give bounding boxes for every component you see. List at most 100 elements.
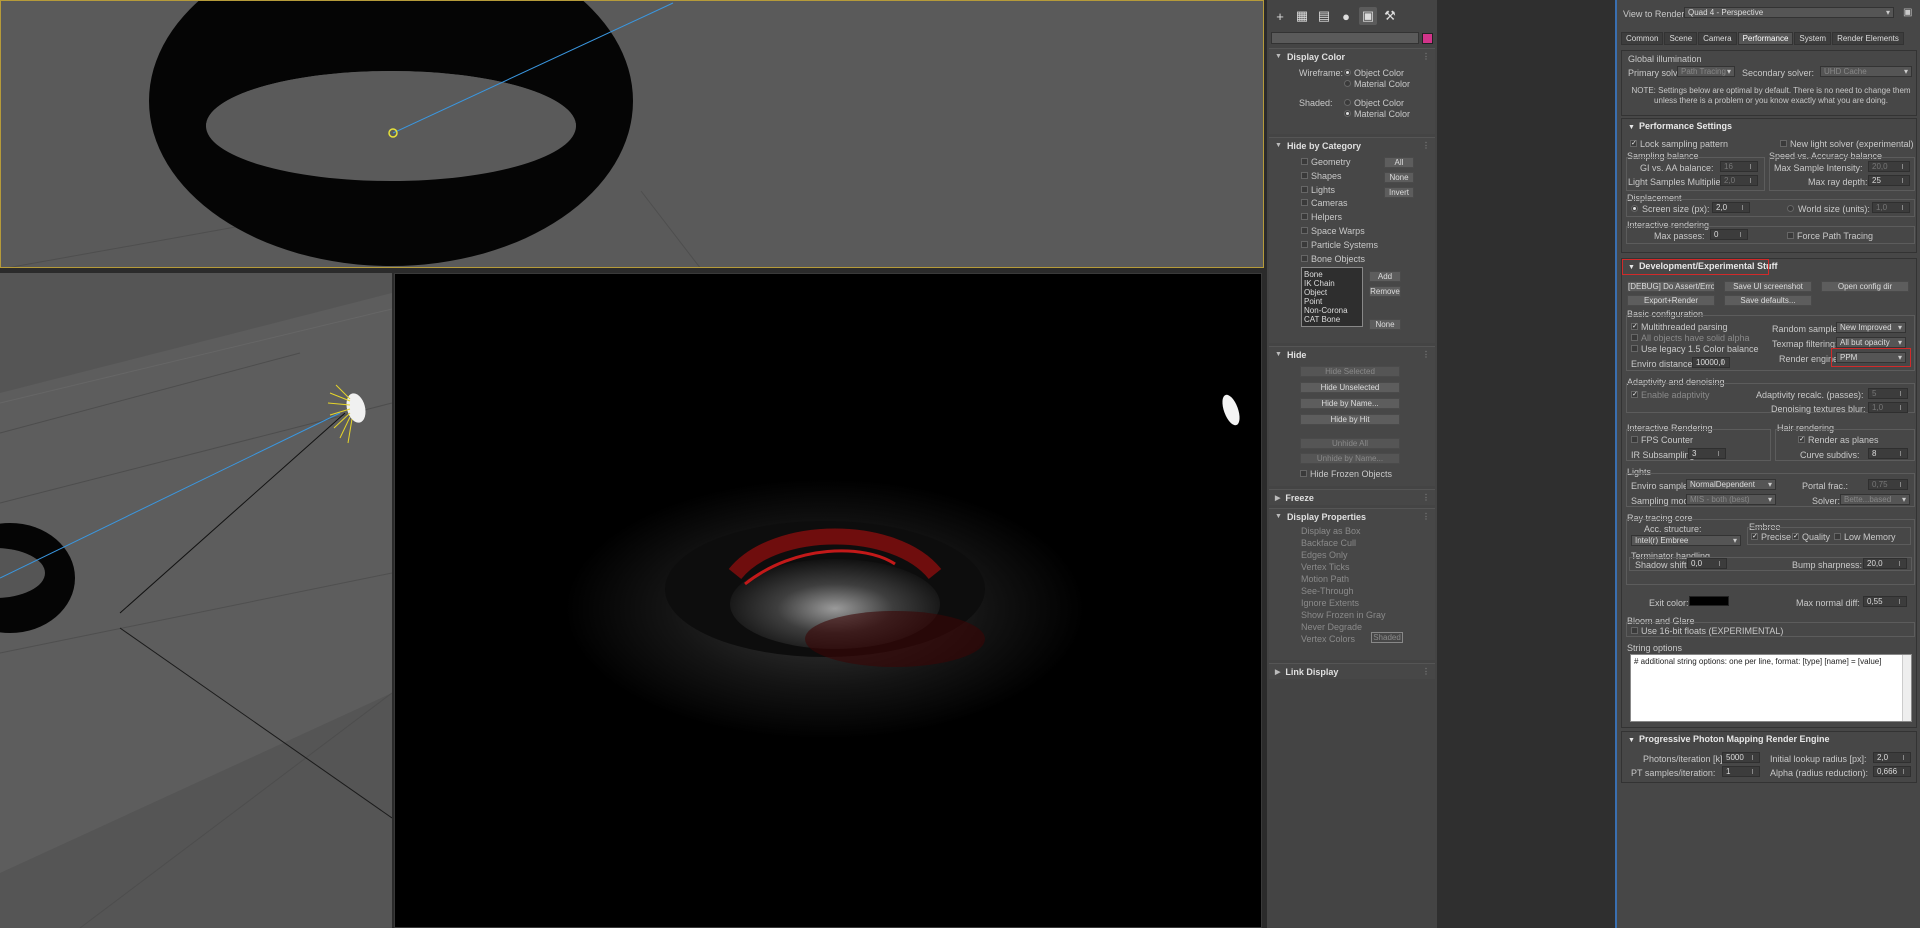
render-planes-checkbox[interactable]: ✓ <box>1798 436 1805 443</box>
precise-checkbox[interactable]: ✓ <box>1751 533 1758 540</box>
unhide-all-button[interactable]: Unhide All <box>1300 438 1400 449</box>
sampling-mode-dropdown[interactable]: MIS - both (best) <box>1686 494 1776 505</box>
init-radius-spinner[interactable]: 2,0 <box>1873 752 1911 763</box>
adaptivity-recalc-spinner[interactable]: 5 <box>1868 388 1908 399</box>
fps-counter-checkbox[interactable] <box>1631 436 1638 443</box>
vertex-colors-label[interactable]: Vertex Colors <box>1301 634 1355 644</box>
hide-by-name-button[interactable]: Hide by Name... <box>1300 398 1400 409</box>
curve-subdivs-spinner[interactable]: 8 <box>1868 448 1908 459</box>
quality-checkbox[interactable]: ✓ <box>1792 533 1799 540</box>
bone-objects-checkbox[interactable] <box>1301 255 1308 262</box>
shapes-checkbox[interactable] <box>1301 172 1308 179</box>
save-defaults-button[interactable]: Save defaults... <box>1724 295 1812 306</box>
portal-frac-spinner[interactable]: 0,75 <box>1868 479 1908 490</box>
remove-button[interactable]: Remove <box>1369 286 1401 297</box>
primary-solver-dropdown[interactable]: Path Tracing <box>1677 66 1735 77</box>
max-passes-spinner[interactable]: 0 <box>1710 229 1748 240</box>
particle-systems-checkbox[interactable] <box>1301 241 1308 248</box>
add-button[interactable]: Add <box>1369 271 1401 282</box>
motion-icon[interactable]: ● <box>1337 7 1355 25</box>
see-through-label[interactable]: See-Through <box>1301 586 1354 596</box>
alpha-spinner[interactable]: 0,666 <box>1873 766 1911 777</box>
solver-dropdown[interactable]: Bette...based <box>1840 494 1910 505</box>
list-none-button[interactable]: None <box>1369 319 1401 330</box>
vertex-ticks-label[interactable]: Vertex Ticks <box>1301 562 1350 572</box>
shaded-object-color-radio[interactable] <box>1344 99 1351 106</box>
rollout-header-link-display[interactable]: ▶ Link Display ⋮ <box>1269 664 1435 679</box>
tab-scene[interactable]: Scene <box>1664 32 1698 45</box>
export-render-button[interactable]: Export+Render <box>1627 295 1715 306</box>
max-ray-depth-spinner[interactable]: 25 <box>1868 175 1910 186</box>
denoise-blur-spinner[interactable]: 1,0 <box>1868 402 1908 413</box>
use16-checkbox[interactable] <box>1631 627 1638 634</box>
tab-system[interactable]: System <box>1794 32 1832 45</box>
invert-button[interactable]: Invert <box>1384 187 1414 198</box>
geometry-checkbox[interactable] <box>1301 158 1308 165</box>
list-item[interactable]: IK Chain Object <box>1304 279 1360 297</box>
list-item[interactable]: CAT Bone <box>1304 315 1360 324</box>
bump-sharpness-spinner[interactable]: 20,0 <box>1863 558 1907 569</box>
shaded-button[interactable]: Shaded <box>1371 632 1403 643</box>
rollout-header-display-properties[interactable]: ▼ Display Properties ⋮ <box>1269 509 1435 524</box>
ignore-extents-label[interactable]: Ignore Extents <box>1301 598 1359 608</box>
viewport-top[interactable] <box>0 0 1264 268</box>
viewport-left[interactable] <box>0 273 392 928</box>
gi-aa-spinner[interactable]: 16 <box>1720 161 1758 172</box>
display-icon[interactable]: ▣ <box>1359 7 1377 25</box>
new-light-solver-checkbox[interactable] <box>1780 140 1787 147</box>
lock-sampling-checkbox[interactable]: ✓ <box>1630 140 1637 147</box>
list-item[interactable]: Bone <box>1304 270 1360 279</box>
list-item[interactable]: Non-Corona <box>1304 306 1360 315</box>
helpers-checkbox[interactable] <box>1301 213 1308 220</box>
rollout-header-freeze[interactable]: ▶ Freeze ⋮ <box>1269 490 1435 505</box>
wireframe-object-color-radio[interactable] <box>1344 69 1351 76</box>
shadow-shift-spinner[interactable]: 0,0 <box>1687 558 1727 569</box>
category-listbox[interactable]: Bone IK Chain Object Point Non-Corona CA… <box>1301 267 1363 327</box>
ir-subsampling-spinner[interactable]: 3 <box>1688 448 1726 459</box>
enviro-distance-spinner[interactable]: 10000,0 <box>1692 357 1730 368</box>
lights-checkbox[interactable] <box>1301 186 1308 193</box>
create-icon[interactable]: + <box>1271 7 1289 25</box>
hide-by-hit-button[interactable]: Hide by Hit <box>1300 414 1400 425</box>
display-as-box-label[interactable]: Display as Box <box>1301 526 1361 536</box>
screen-size-spinner[interactable]: 2,0 <box>1712 202 1750 213</box>
random-sampler-dropdown[interactable]: New Improved <box>1836 322 1906 333</box>
photons-spinner[interactable]: 5000 <box>1722 752 1760 763</box>
world-size-radio[interactable] <box>1787 205 1794 212</box>
cameras-checkbox[interactable] <box>1301 199 1308 206</box>
exit-color-swatch[interactable] <box>1689 596 1729 606</box>
screen-size-radio[interactable] <box>1631 205 1638 212</box>
shaded-material-color-radio[interactable] <box>1344 110 1351 117</box>
multithreaded-checkbox[interactable]: ✓ <box>1631 323 1638 330</box>
ppm-header[interactable]: ▼ Progressive Photon Mapping Render Engin… <box>1622 732 1916 746</box>
legacy-color-checkbox[interactable] <box>1631 345 1638 352</box>
object-name-field[interactable] <box>1271 32 1419 44</box>
tab-render-elements[interactable]: Render Elements <box>1832 32 1904 45</box>
solid-alpha-checkbox[interactable] <box>1631 334 1638 341</box>
backface-cull-label[interactable]: Backface Cull <box>1301 538 1356 548</box>
motion-path-label[interactable]: Motion Path <box>1301 574 1349 584</box>
show-frozen-gray-label[interactable]: Show Frozen in Gray <box>1301 610 1386 620</box>
pt-samples-spinner[interactable]: 1 <box>1722 766 1760 777</box>
hide-unselected-button[interactable]: Hide Unselected <box>1300 382 1400 393</box>
open-config-dir-button[interactable]: Open config dir <box>1821 281 1909 292</box>
utilities-icon[interactable]: ⚒ <box>1381 7 1399 25</box>
acc-structure-dropdown[interactable]: Intel(r) Embree <box>1631 535 1741 546</box>
tab-camera[interactable]: Camera <box>1698 32 1737 45</box>
low-memory-checkbox[interactable] <box>1834 533 1841 540</box>
rollout-header-display-color[interactable]: ▼ Display Color ⋮ <box>1269 49 1435 64</box>
rollout-header-hide[interactable]: ▼ Hide ⋮ <box>1269 347 1435 362</box>
hierarchy-icon[interactable]: ▤ <box>1315 7 1333 25</box>
light-mult-spinner[interactable]: 2,0 <box>1720 175 1758 186</box>
rollout-header-hide-by-category[interactable]: ▼ Hide by Category ⋮ <box>1269 138 1435 153</box>
debug-assert-button[interactable]: [DEBUG] Do Assert/Error <box>1627 281 1715 292</box>
view-to-render-dropdown[interactable]: Quad 4 - Perspective <box>1684 7 1894 18</box>
none-button[interactable]: None <box>1384 172 1414 183</box>
viewport-render[interactable] <box>394 273 1262 928</box>
tab-performance[interactable]: Performance <box>1737 32 1794 45</box>
enable-adaptivity-checkbox[interactable]: ✓ <box>1631 391 1638 398</box>
unhide-by-name-button[interactable]: Unhide by Name... <box>1300 453 1400 464</box>
edges-only-label[interactable]: Edges Only <box>1301 550 1348 560</box>
force-path-tracing-checkbox[interactable] <box>1787 232 1794 239</box>
max-normal-diff-spinner[interactable]: 0,55 <box>1863 596 1907 607</box>
